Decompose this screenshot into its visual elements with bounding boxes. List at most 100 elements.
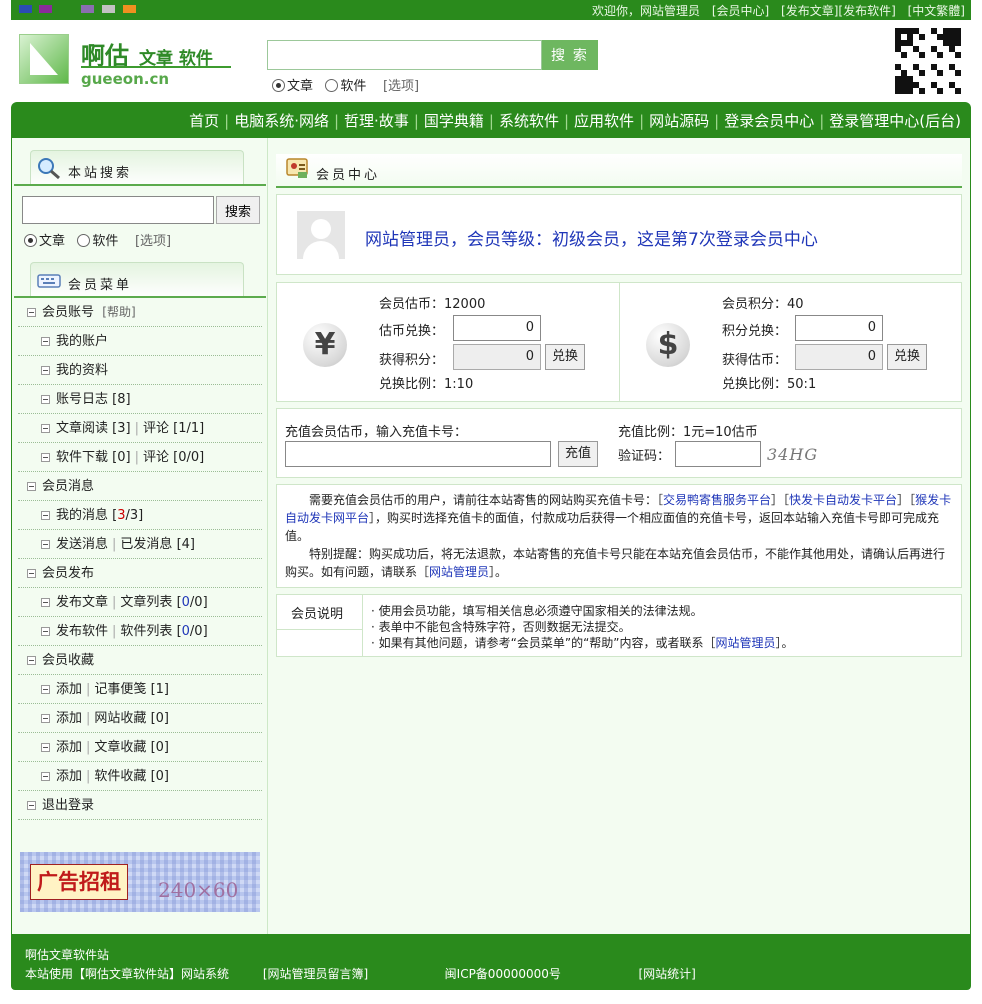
welcome-panel: 网站管理员，会员等级：初级会员，这是第7次登录会员中心 <box>276 194 962 275</box>
tree-toggle-icon[interactable] <box>27 482 36 491</box>
ad-banner[interactable]: 广告招租 240×60 <box>20 852 260 912</box>
nav-item-admin-login[interactable]: 登录管理中心(后台) <box>829 112 961 130</box>
info-lines: · 使用会员功能，填写相关信息必须遵守国家相关的法律法规。 · 表单中不能包含特… <box>371 603 794 651</box>
points-exchange-button[interactable]: 兑换 <box>887 344 928 370</box>
info-admin-link[interactable]: 网站管理员 <box>716 636 776 650</box>
menu-item-add-site-fav[interactable]: 添加 | 网站收藏 [0] <box>18 704 262 733</box>
tree-toggle-icon[interactable] <box>27 656 36 665</box>
menu-item-add-article-fav[interactable]: 添加 | 文章收藏 [0] <box>18 733 262 762</box>
nav-item-computer[interactable]: 电脑系统·网络 <box>234 112 329 130</box>
link-admin[interactable]: 网站管理员 <box>429 565 489 579</box>
logo-divider <box>81 66 231 68</box>
sidebar-search-button[interactable]: 搜索 <box>216 196 260 224</box>
theme-swatch-purple[interactable] <box>39 5 52 13</box>
software-fav-link[interactable]: 软件收藏 <box>94 769 146 784</box>
captcha-input[interactable] <box>675 441 761 467</box>
search-options-link[interactable]: [选项] <box>383 79 419 94</box>
sidebar-search-input[interactable] <box>22 196 214 224</box>
header-search-input[interactable] <box>267 40 542 70</box>
count-badge: [0/0] <box>173 450 205 465</box>
tree-node-icon <box>41 366 50 375</box>
menu-item-software-download[interactable]: 软件下载 [0] | 评论 [0/0] <box>18 443 262 472</box>
coin-exchange-input[interactable]: 0 <box>453 315 541 341</box>
menu-section-header: 会员菜单 <box>14 262 266 298</box>
notes-link[interactable]: 记事便笺 <box>94 682 146 697</box>
recharge-button[interactable]: 充值 <box>558 441 599 467</box>
menu-item-article-read[interactable]: 文章阅读 [3] | 评论 [1/1] <box>18 414 262 443</box>
menu-item-publish-article[interactable]: 发布文章 | 文章列表 [0/0] <box>18 588 262 617</box>
ratio-value: 1:10 <box>444 377 474 392</box>
publish-article-link[interactable]: [发布文章] <box>781 4 838 18</box>
theme-swatch-orange[interactable] <box>123 5 136 13</box>
points-exchange: $ 会员积分：40 积分兑换： 0 获得估币： 0 兑换 兑换比例：50:1 <box>620 283 962 401</box>
header-search-button[interactable]: 搜 索 <box>542 40 598 70</box>
theme-swatch-gray[interactable] <box>102 5 115 13</box>
get-points-label: 获得积分： <box>379 353 445 368</box>
help-link[interactable]: [帮助] <box>102 305 135 319</box>
tree-toggle-icon[interactable] <box>27 308 36 317</box>
captcha-image[interactable]: 34HG <box>767 445 818 464</box>
notice-p1a: 需要充值会员估币的用户，请前往本站寄售的网站购买充值卡号：［ <box>309 493 664 507</box>
menu-group-favorites[interactable]: 会员收藏 <box>18 646 262 675</box>
link-kuaifaka[interactable]: 快发卡自动发卡平台 <box>789 493 897 507</box>
menu-item-publish-software[interactable]: 发布软件 | 软件列表 [0/0] <box>18 617 262 646</box>
theme-swatch-blue[interactable] <box>19 5 32 13</box>
sidebar-radio-software[interactable] <box>77 234 91 247</box>
footer-icp[interactable]: 闽ICP备00000000号 <box>445 965 635 982</box>
separator: | <box>86 740 91 755</box>
footer-stats[interactable]: [网站统计] <box>638 965 695 982</box>
theme-swatch-lilac[interactable] <box>81 5 94 13</box>
sent-messages-link[interactable]: 已发消息 <box>120 537 172 552</box>
comment-link[interactable]: 评论 <box>143 450 169 465</box>
menu-group-account[interactable]: 会员账号 [帮助] <box>18 298 262 327</box>
nav-item-member-login[interactable]: 登录会员中心 <box>724 112 814 130</box>
count-badge: [0] <box>150 740 169 755</box>
logo-domain: gueeon.cn <box>81 70 170 88</box>
nav-item-app-software[interactable]: 应用软件 <box>574 112 634 130</box>
nav-item-system-software[interactable]: 系统软件 <box>499 112 559 130</box>
menu-item-send-message[interactable]: 发送消息 | 已发消息 [4] <box>18 530 262 559</box>
coins-label: 会员估币： <box>379 297 445 312</box>
welcome-link[interactable]: 欢迎你，网站管理员 <box>592 4 700 18</box>
link-jiaoyiya[interactable]: 交易鸭寄售服务平台 <box>663 493 771 507</box>
comment-link[interactable]: 评论 <box>143 421 169 436</box>
article-fav-link[interactable]: 文章收藏 <box>94 740 146 755</box>
nav-item-home[interactable]: 首页 <box>189 112 219 130</box>
unread-count: 3 <box>117 508 126 523</box>
footer-system[interactable]: 本站使用【啊估文章软件站】网站系统 <box>25 965 259 982</box>
points-exchange-input[interactable]: 0 <box>795 315 883 341</box>
tree-toggle-icon[interactable] <box>27 569 36 578</box>
language-link[interactable]: [中文繁體] <box>908 4 965 18</box>
menu-item-account-log[interactable]: 账号日志 [8] <box>18 385 262 414</box>
member-center-link[interactable]: [会员中心] <box>712 4 769 18</box>
count-value: 0 <box>181 624 190 639</box>
member-card-icon <box>286 158 308 178</box>
menu-group-messages[interactable]: 会员消息 <box>18 472 262 501</box>
radio-article[interactable] <box>272 79 285 92</box>
radio-software[interactable] <box>325 79 339 92</box>
article-list-link[interactable]: 文章列表 <box>120 595 172 610</box>
menu-group-publish[interactable]: 会员发布 <box>18 559 262 588</box>
sidebar-radio-article[interactable] <box>24 234 37 247</box>
menu-item-my-account[interactable]: 我的账户 <box>18 327 262 356</box>
logo-icon[interactable] <box>19 34 69 84</box>
recharge-card-input[interactable] <box>285 441 551 467</box>
info-line-2: · 表单中不能包含特殊字符，否则数据无法提交。 <box>371 620 631 634</box>
sidebar-options-link[interactable]: [选项] <box>135 234 171 249</box>
coin-exchange-button[interactable]: 兑换 <box>545 344 586 370</box>
nav-item-philosophy[interactable]: 哲理·故事 <box>344 112 409 130</box>
tree-node-icon <box>41 453 50 462</box>
publish-software-link[interactable]: [发布软件] <box>838 4 895 18</box>
menu-item-logout[interactable]: 退出登录 <box>18 791 262 820</box>
menu-item-add-software-fav[interactable]: 添加 | 软件收藏 [0] <box>18 762 262 791</box>
software-list-link[interactable]: 软件列表 <box>120 624 172 639</box>
menu-item-my-messages[interactable]: 我的消息 [3/3] <box>18 501 262 530</box>
menu-item-my-profile[interactable]: 我的资料 <box>18 356 262 385</box>
footer-guestbook[interactable]: [网站管理员留言簿] <box>263 965 441 982</box>
tree-node-icon <box>41 395 50 404</box>
avatar[interactable] <box>297 211 345 259</box>
nav-item-classics[interactable]: 国学典籍 <box>424 112 484 130</box>
site-fav-link[interactable]: 网站收藏 <box>94 711 146 726</box>
nav-item-source-code[interactable]: 网站源码 <box>649 112 709 130</box>
menu-item-add-notes[interactable]: 添加 | 记事便笺 [1] <box>18 675 262 704</box>
